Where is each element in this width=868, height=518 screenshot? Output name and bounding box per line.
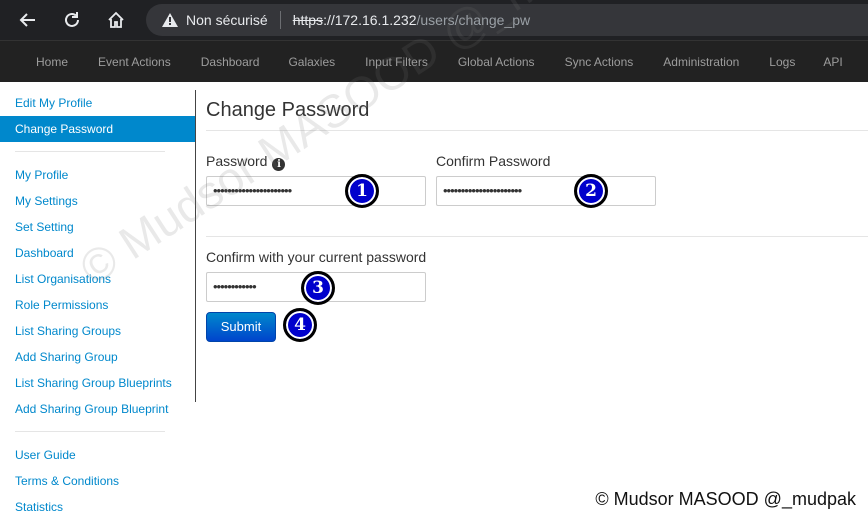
sidebar-item-add-sharing-group[interactable]: Add Sharing Group [0,344,195,370]
sidebar-item-statistics[interactable]: Statistics [0,494,195,518]
security-status: Non sécurisé [186,12,268,28]
page-title: Change Password [206,99,370,121]
home-icon[interactable] [102,6,130,34]
warning-icon[interactable] [162,13,178,27]
confirm-password-label: Confirm Password [436,153,551,169]
sidebar-item-change-password[interactable]: Change Password [0,116,195,142]
step-badge-2: 2 [574,174,608,208]
sidebar-item-list-sharing-group-blueprints[interactable]: List Sharing Group Blueprints [0,370,195,396]
password-field[interactable]: •••••••••••••••••••••• [206,176,426,206]
nav-item-api[interactable]: API [823,55,842,69]
nav-item-sync-actions[interactable]: Sync Actions [565,55,634,69]
sidebar-divider [15,151,165,152]
sidebar-border [195,90,196,402]
sidebar-item-role-permissions[interactable]: Role Permissions [0,292,195,318]
nav-item-event-actions[interactable]: Event Actions [98,55,171,69]
step-badge-3: 3 [301,271,335,305]
sidebar-item-add-sharing-group-blueprint[interactable]: Add Sharing Group Blueprint [0,396,195,422]
nav-item-administration[interactable]: Administration [663,55,739,69]
reload-icon[interactable] [58,6,86,34]
sidebar-item-edit-my-profile[interactable]: Edit My Profile [0,90,195,116]
sidebar-item-dashboard[interactable]: Dashboard [0,240,195,266]
browser-toolbar: Non sécurisé https://172.16.1.232/users/… [0,0,868,40]
sidebar-divider [15,431,165,432]
sidebar-item-terms-conditions[interactable]: Terms & Conditions [0,468,195,494]
confirm-password-field[interactable]: •••••••••••••••••••••• [436,176,656,206]
sidebar-item-my-settings[interactable]: My Settings [0,188,195,214]
address-bar[interactable]: Non sécurisé https://172.16.1.232/users/… [146,4,868,36]
nav-item-home[interactable]: Home [36,55,68,69]
back-arrow-icon[interactable] [14,6,42,34]
sidebar-item-set-setting[interactable]: Set Setting [0,214,195,240]
nav-item-global-actions[interactable]: Global Actions [458,55,535,69]
sidebar: Edit My Profile Change Password My Profi… [0,82,196,518]
nav-item-dashboard[interactable]: Dashboard [201,55,260,69]
sidebar-item-my-profile[interactable]: My Profile [0,162,195,188]
nav-item-logs[interactable]: Logs [769,55,795,69]
credit-text: © Mudsor MASOOD @_mudpak [595,489,856,509]
submit-button[interactable]: Submit [206,312,276,342]
sidebar-item-list-organisations[interactable]: List Organisations [0,266,195,292]
password-label: Password i [206,153,286,171]
step-badge-1: 1 [345,174,379,208]
info-icon[interactable]: i [272,158,286,171]
top-navbar: Home Event Actions Dashboard Galaxies In… [0,40,868,82]
sidebar-item-list-sharing-groups[interactable]: List Sharing Groups [0,318,195,344]
form-divider [206,236,868,237]
nav-item-galaxies[interactable]: Galaxies [288,55,335,69]
divider [279,11,281,29]
step-badge-4: 4 [283,308,317,342]
title-divider [206,130,868,131]
current-password-label: Confirm with your current password [206,249,427,265]
nav-item-input-filters[interactable]: Input Filters [365,55,428,69]
url-text: https://172.16.1.232/users/change_pw [292,12,531,28]
sidebar-item-user-guide[interactable]: User Guide [0,442,195,468]
